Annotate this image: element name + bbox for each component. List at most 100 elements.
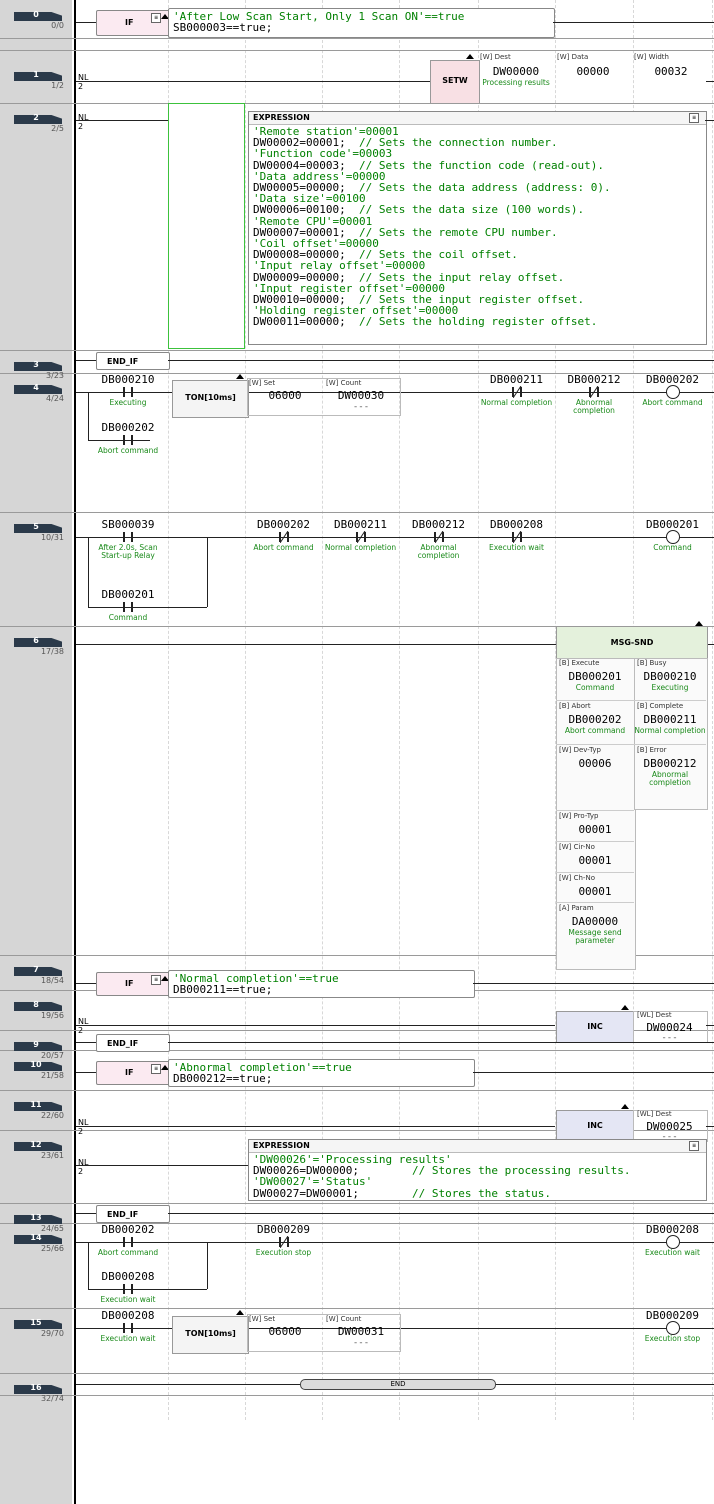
rung-step-label: 23/61 [40, 1151, 64, 1160]
rung7-condition-box[interactable]: 'Normal completion'==true DB000211==true; [168, 970, 475, 998]
inc-block[interactable]: INC [556, 1011, 634, 1043]
rung-step-label: 18/54 [40, 976, 64, 985]
pin-divider [556, 700, 634, 701]
wire [168, 360, 714, 361]
rung-number-11[interactable]: 11 22/60 [8, 1100, 68, 1122]
no-contact[interactable] [115, 386, 141, 398]
nc-contact[interactable] [581, 386, 607, 398]
note-icon[interactable]: ≡ [151, 13, 161, 23]
rung-step-label: 21/58 [40, 1071, 64, 1080]
expression-title: EXPRESSION [253, 113, 310, 122]
rung-step-label: 25/66 [40, 1244, 64, 1253]
setw-block[interactable]: SETW [430, 60, 480, 104]
wire [76, 983, 96, 984]
device-address: DB000212 [412, 518, 465, 531]
end-if-label: END_IF [107, 1210, 139, 1219]
expand-triangle-icon[interactable] [621, 1005, 629, 1010]
wire [76, 1042, 96, 1043]
expression-inline-comment: // Sets the holding register offset. [358, 315, 598, 329]
rung-number-9[interactable]: 9 20/57 [8, 1040, 68, 1062]
pin-divider [556, 841, 634, 842]
coil[interactable] [665, 385, 680, 399]
end-if-block[interactable]: END_IF [96, 352, 170, 370]
expand-triangle-icon[interactable] [236, 1310, 244, 1315]
nc-contact[interactable] [271, 1236, 297, 1248]
note-icon[interactable]: ≡ [689, 113, 699, 123]
rung-step-label: 22/60 [40, 1111, 64, 1120]
msg-snd-block[interactable]: MSG-SND [556, 626, 708, 660]
expression-code: DW00011=00000; [253, 315, 359, 329]
rung-number-5[interactable]: 5 10/31 [8, 522, 68, 544]
nc-contact[interactable] [504, 386, 530, 398]
output-pin-label: [B] Error [637, 746, 667, 754]
rung7-if-block[interactable]: IF ≡ [96, 972, 170, 996]
no-contact[interactable] [115, 1236, 141, 1248]
nc-contact[interactable] [348, 531, 374, 543]
coil[interactable] [665, 530, 680, 544]
rung10-if-block[interactable]: IF ≡ [96, 1061, 170, 1085]
data-pin-label: [W] Data [557, 53, 589, 61]
rung-number-8[interactable]: 8 19/56 [8, 1000, 68, 1022]
coil[interactable] [665, 1321, 680, 1335]
left-power-rail [74, 0, 76, 1504]
device-address: DB000202 [101, 421, 155, 434]
nc-contact[interactable] [271, 531, 297, 543]
rung10-condition-box[interactable]: 'Abnormal completion'==true DB000212==tru… [168, 1059, 475, 1087]
condition-expression: DB000211==true; [173, 983, 273, 996]
note-icon[interactable]: ≡ [689, 1141, 699, 1151]
rung-number-gutter [0, 0, 72, 1504]
end-if-block[interactable]: END_IF [96, 1034, 170, 1052]
end-if-block[interactable]: END_IF [96, 1205, 170, 1223]
rung-number-label: 10 [30, 1060, 42, 1069]
device-caption: Execution wait [489, 543, 544, 552]
expand-triangle-icon[interactable] [236, 374, 244, 379]
rung-number-label: 7 [33, 965, 39, 974]
rung-step-label: 2/5 [51, 124, 64, 133]
dest-value: DW00000 [492, 65, 540, 78]
rung0-condition-box[interactable]: 'After Low Scan Start, Only 1 Scan ON'==… [168, 8, 555, 38]
coil[interactable] [665, 1235, 680, 1249]
rung-number-1[interactable]: 1 1/2 [8, 70, 68, 92]
rung-number-label: 9 [33, 1040, 39, 1049]
rung-number-label: 0 [33, 10, 39, 19]
expand-triangle-icon[interactable] [466, 54, 474, 59]
dest-pin-label: [WL] Dest [637, 1011, 672, 1019]
ton-timer-block[interactable]: TON[10ms] [172, 380, 249, 418]
nc-contact[interactable] [426, 531, 452, 543]
rung-number-14[interactable]: 14 25/66 [8, 1233, 68, 1255]
rung-number-4[interactable]: 4 4/24 [8, 383, 68, 405]
rung-number-12[interactable]: 12 23/61 [8, 1140, 68, 1162]
expression-inline-comment: // Sets the data size (100 words). [358, 203, 585, 217]
rung-number-16[interactable]: 16 32/74 [8, 1383, 68, 1405]
output-pin-value: DB000211 [643, 713, 697, 726]
rung-number-7[interactable]: 7 18/54 [8, 965, 68, 987]
rung-number-label: 11 [30, 1100, 42, 1109]
expression-block[interactable]: EXPRESSION ≡ 'DW00026'='Processing results… [248, 1139, 707, 1201]
nc-contact[interactable] [504, 531, 530, 543]
rung-number-6[interactable]: 6 17/38 [8, 636, 68, 658]
input-pin-label: [W] Ch-No [559, 874, 595, 882]
rung-number-15[interactable]: 15 29/70 [8, 1318, 68, 1340]
note-icon[interactable]: ≡ [151, 975, 161, 985]
expand-triangle-icon[interactable] [621, 1104, 629, 1109]
dest-pin-label: [W] Dest [480, 53, 511, 61]
rung-separator [0, 1203, 714, 1204]
rung0-if-block[interactable]: IF ≡ [96, 10, 170, 36]
rung-number-2[interactable]: 2 2/5 [8, 113, 68, 135]
input-pin-value: DB000202 [568, 713, 622, 726]
rung-number-10[interactable]: 10 21/58 [8, 1060, 68, 1082]
no-contact[interactable] [115, 531, 141, 543]
no-contact[interactable] [115, 1322, 141, 1334]
rung-step-label: 29/70 [40, 1329, 64, 1338]
note-icon[interactable]: ≡ [151, 1064, 161, 1074]
rung-number-3[interactable]: 3 3/23 [8, 360, 68, 382]
rung-number-13[interactable]: 13 24/65 [8, 1213, 68, 1235]
rung-number-0[interactable]: 0 0/0 [8, 10, 68, 32]
expression-inline-comment: // Stores the processing results. [411, 1164, 631, 1178]
grid-guide [245, 0, 246, 1420]
inc-block[interactable]: INC [556, 1110, 634, 1142]
expand-triangle-icon[interactable] [695, 621, 703, 626]
expression-block[interactable]: EXPRESSION ≡ 'Remote station'=00001 DW00002… [248, 111, 707, 345]
data-value: 00000 [576, 65, 610, 78]
ton-timer-block[interactable]: TON[10ms] [172, 1316, 249, 1354]
